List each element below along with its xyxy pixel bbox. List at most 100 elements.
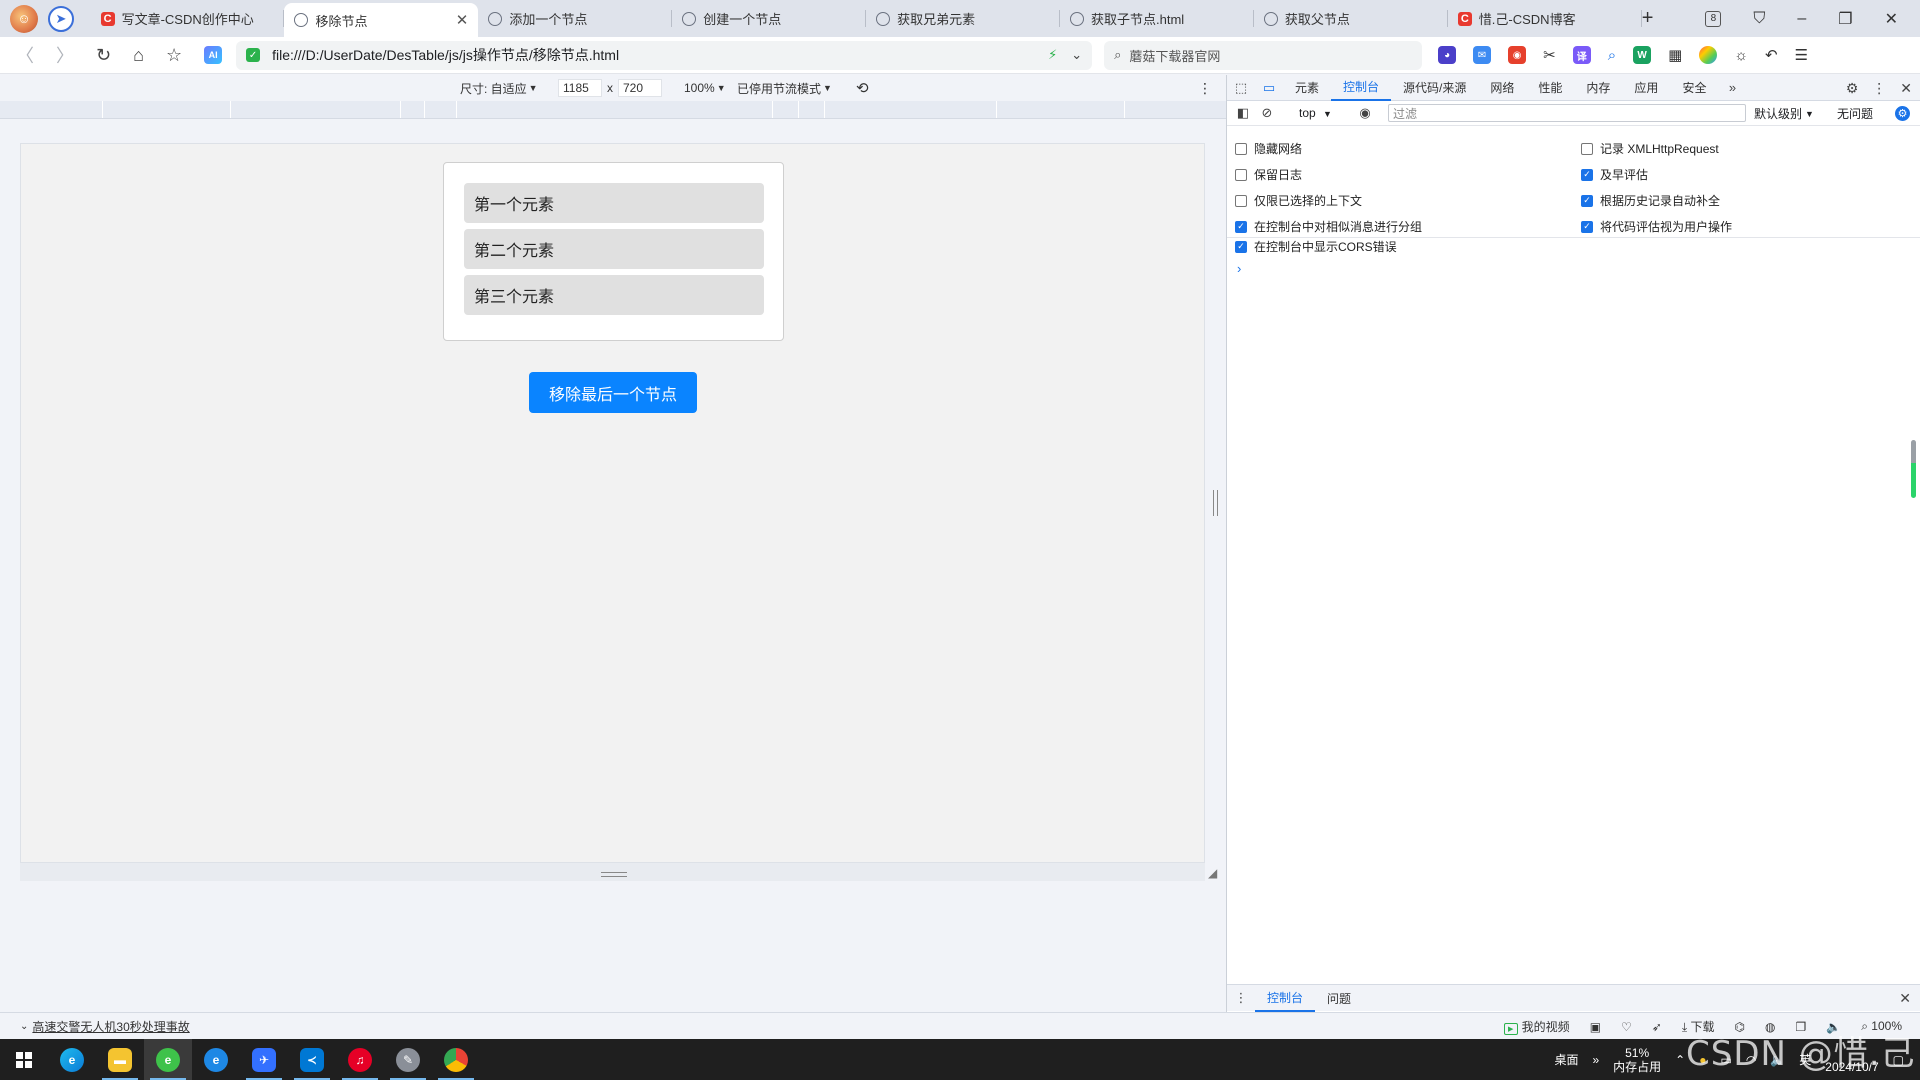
chevron-down-icon[interactable]: ⌄ xyxy=(1071,47,1082,63)
setting-autocomplete-history[interactable]: ✓ 根据历史记录自动补全 xyxy=(1581,192,1720,209)
url-text[interactable]: file:///D:/UserDate/DesTable/js/js操作节点/移… xyxy=(272,45,1048,65)
remove-last-node-button[interactable]: 移除最后一个节点 xyxy=(529,372,697,413)
drawer-tab-issues[interactable]: 问题 xyxy=(1315,985,1363,1012)
taskbar-netease-music[interactable]: ♫ xyxy=(336,1039,384,1080)
taskbar-vscode[interactable]: ≺ xyxy=(288,1039,336,1080)
close-drawer-icon[interactable]: ✕ xyxy=(1899,990,1911,1007)
taskbar-chrome[interactable] xyxy=(432,1039,480,1080)
tab-4[interactable]: 获取兄弟元素 xyxy=(866,0,1060,37)
taskbar-file-explorer[interactable]: ▬ xyxy=(96,1039,144,1080)
tab-elements[interactable]: 元素 xyxy=(1283,75,1331,101)
image-icon[interactable]: ▣ xyxy=(1590,1020,1601,1034)
device-toggle-icon[interactable]: ▭ xyxy=(1261,80,1277,96)
console-prompt-chevron-icon[interactable]: › xyxy=(1237,261,1241,276)
tab-5[interactable]: 获取子节点.html xyxy=(1060,0,1254,37)
zoom-select[interactable]: 100% ▼ xyxy=(684,75,726,101)
home-icon[interactable]: ⌂ xyxy=(133,45,144,66)
close-devtools-icon[interactable]: ✕ xyxy=(1900,80,1912,97)
taskbar-360-browser[interactable]: e xyxy=(144,1039,192,1080)
word-extension-icon[interactable]: W xyxy=(1633,46,1652,64)
checkbox-checked[interactable]: ✓ xyxy=(1581,168,1593,181)
checkbox[interactable] xyxy=(1581,142,1593,155)
setting-treat-eval-as-user[interactable]: ✓ 将代码评估视为用户操作 xyxy=(1581,218,1732,235)
setting-selected-context-only[interactable]: 仅限已选择的上下文 xyxy=(1235,192,1362,209)
more-vertical-icon[interactable]: ⋮ xyxy=(1872,80,1886,97)
desktop-label[interactable]: 桌面 xyxy=(1554,1051,1578,1068)
search-field[interactable]: ⌕ 蘑菇下载器官网 xyxy=(1104,40,1423,70)
viewport-height-input[interactable]: 720 xyxy=(618,79,662,97)
minimize-icon[interactable]: – xyxy=(1797,10,1806,28)
close-window-icon[interactable]: ✕ xyxy=(1885,9,1898,29)
tray-expand-icon[interactable]: ⌃ xyxy=(1675,1053,1685,1067)
chevron-down-icon[interactable]: ⌄ xyxy=(20,1021,28,1032)
forward-icon[interactable]: 〉 xyxy=(56,42,74,68)
menu-icon[interactable]: ☰ xyxy=(1795,46,1808,64)
windows-start-icon[interactable] xyxy=(0,1039,48,1080)
news-ticker-link[interactable]: 高速交警无人机30秒处理事故 xyxy=(32,1018,189,1035)
clear-console-icon[interactable]: ⊘ xyxy=(1259,105,1275,121)
checkbox[interactable] xyxy=(1235,142,1247,155)
tab-network[interactable]: 网络 xyxy=(1478,75,1526,101)
checkbox[interactable] xyxy=(1235,194,1247,207)
setting-log-xhr[interactable]: 记录 XMLHttpRequest xyxy=(1581,140,1719,157)
color-wheel-icon[interactable] xyxy=(1699,46,1718,64)
reload-icon[interactable]: ↻ xyxy=(96,45,111,66)
bookmark-star-icon[interactable]: ☆ xyxy=(166,45,182,66)
rocket-icon[interactable]: ➶ xyxy=(1652,1020,1662,1034)
apps-grid-icon[interactable]: ▦ xyxy=(1668,46,1682,64)
undo-icon[interactable]: ↶ xyxy=(1765,46,1778,64)
new-tab-icon[interactable]: + xyxy=(1642,7,1654,30)
tab-1[interactable]: 移除节点 ✕ xyxy=(284,3,479,37)
heart-icon[interactable]: ♡ xyxy=(1621,1020,1632,1034)
navigation-arrow-icon[interactable]: ➤ xyxy=(48,5,74,32)
eye-icon[interactable]: ◉ xyxy=(1357,105,1373,121)
tab-2[interactable]: 添加一个节点 xyxy=(478,0,673,37)
tab-count-badge[interactable]: 8 xyxy=(1705,10,1722,27)
profile-avatar[interactable]: ☺ xyxy=(10,4,38,33)
context-select[interactable]: top ▼ xyxy=(1299,106,1339,120)
translate-extension-icon[interactable]: 译 xyxy=(1572,46,1591,64)
tab-console[interactable]: 控制台 xyxy=(1331,75,1392,101)
checkbox-checked[interactable]: ✓ xyxy=(1235,220,1247,233)
issues-counter[interactable]: 无问题 xyxy=(1837,101,1873,126)
sidebar-toggle-icon[interactable]: ◧ xyxy=(1235,105,1251,121)
setting-preserve-log[interactable]: 保留日志 xyxy=(1235,166,1302,183)
setting-group-similar[interactable]: ✓ 在控制台中对相似消息进行分组 xyxy=(1235,218,1422,235)
tab-close-icon[interactable]: ✕ xyxy=(456,11,469,29)
restore-icon[interactable]: ❐ xyxy=(1838,9,1852,29)
setting-eager-eval[interactable]: ✓ 及早评估 xyxy=(1581,166,1648,183)
more-vertical-icon[interactable]: ⋮ xyxy=(1198,75,1212,101)
checkbox-checked[interactable]: ✓ xyxy=(1581,220,1593,233)
tab-memory[interactable]: 内存 xyxy=(1574,75,1622,101)
expand-toolbar-icon[interactable]: » xyxy=(1592,1053,1599,1067)
tab-security[interactable]: 安全 xyxy=(1670,75,1718,101)
throttle-select[interactable]: 已停用节流模式 ▼ xyxy=(737,75,832,101)
tab-application[interactable]: 应用 xyxy=(1622,75,1670,101)
tab-0[interactable]: C 写文章-CSDN创作中心 xyxy=(91,0,285,37)
url-field[interactable]: ✓ file:///D:/UserDate/DesTable/js/js操作节点… xyxy=(236,40,1093,70)
checkbox[interactable] xyxy=(1235,168,1247,181)
mail-icon[interactable]: ✉ xyxy=(1473,46,1492,64)
setting-hide-network[interactable]: 隐藏网络 xyxy=(1235,140,1302,157)
inspect-element-icon[interactable]: ⬚ xyxy=(1233,80,1249,96)
settings-gear-icon[interactable]: ⚙ xyxy=(1846,80,1859,97)
taskbar-paint[interactable]: ✎ xyxy=(384,1039,432,1080)
viewport-width-input[interactable]: 1185 xyxy=(558,79,602,97)
corner-resize-icon[interactable]: ◢ xyxy=(1208,866,1217,880)
console-settings-icon[interactable]: ⚙ xyxy=(1895,106,1910,121)
back-icon[interactable]: 〈 xyxy=(16,42,34,68)
dimensions-select[interactable]: 尺寸: 自适应 ▼ xyxy=(460,75,538,101)
tab-7[interactable]: C 惜.己-CSDN博客 xyxy=(1448,0,1642,37)
tab-sources[interactable]: 源代码/来源 xyxy=(1391,75,1478,101)
ai-assistant-icon[interactable]: AI xyxy=(204,46,223,64)
taskbar-lark[interactable]: ✈ xyxy=(240,1039,288,1080)
drawer-menu-icon[interactable]: ⋮ xyxy=(1233,990,1249,1006)
setting-show-cors-errors[interactable]: ✓ 在控制台中显示CORS错误 xyxy=(1235,238,1397,255)
lightning-icon[interactable]: ⚡ xyxy=(1048,47,1057,63)
my-video-button[interactable]: ▶ 我的视频 xyxy=(1503,1018,1570,1035)
sun-theme-icon[interactable]: ☼ xyxy=(1734,47,1748,64)
vertical-resize-handle[interactable] xyxy=(601,872,627,877)
taskbar-ie[interactable]: e xyxy=(192,1039,240,1080)
chat-bot-extension-icon[interactable]: ◕ xyxy=(1438,46,1457,64)
tab-3[interactable]: 创建一个节点 xyxy=(672,0,867,37)
